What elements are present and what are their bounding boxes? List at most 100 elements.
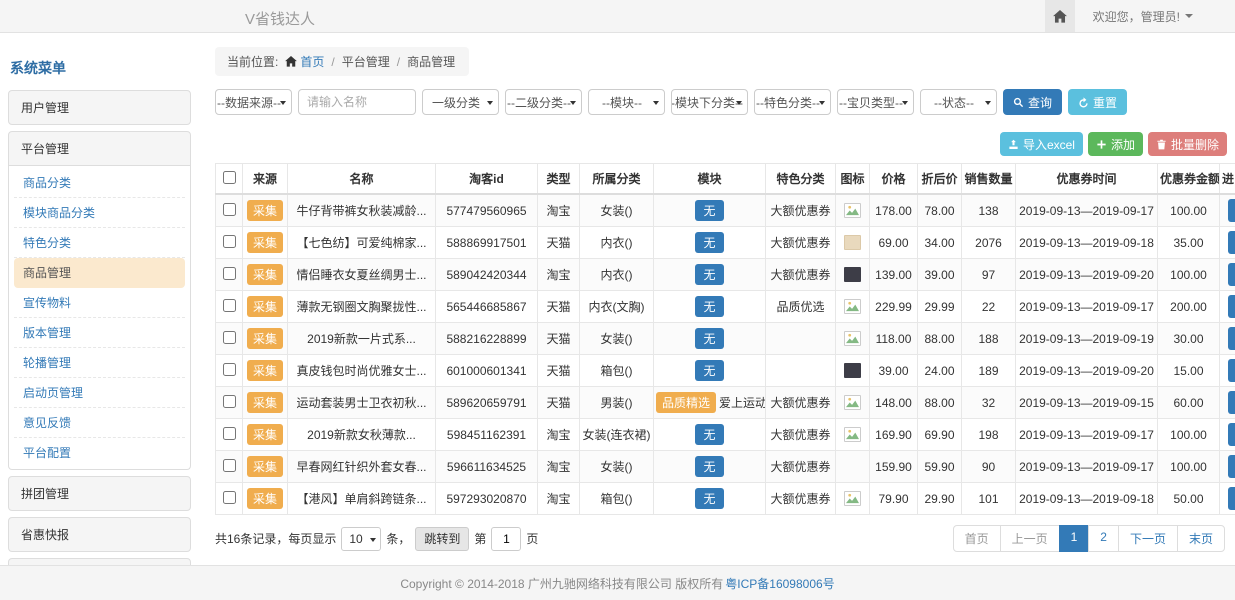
pager-button[interactable]: 首页 — [953, 525, 1001, 552]
category-cell: 女装() — [580, 323, 654, 355]
import-select-toggle[interactable]: 否 — [1228, 487, 1235, 510]
per-page-select[interactable]: 10 — [341, 527, 381, 551]
table-row: 采集2019新款女秋薄款...598451162391淘宝女装(连衣裙)无大额优… — [216, 419, 1235, 451]
select-all-checkbox[interactable] — [223, 171, 236, 184]
level1-category-select[interactable]: 一级分类 — [422, 89, 499, 115]
row-checkbox[interactable] — [223, 427, 236, 440]
row-checkbox[interactable] — [223, 235, 236, 248]
import-select-toggle[interactable]: 否 — [1228, 423, 1235, 446]
sidebar-sub-item[interactable]: 模块商品分类 — [14, 198, 185, 228]
price-cell: 139.00 — [870, 259, 918, 291]
pager-button[interactable]: 1 — [1059, 525, 1090, 552]
sales-cell: 101 — [962, 483, 1016, 515]
sidebar-section-item[interactable]: 平台管理 — [8, 131, 191, 166]
sidebar-sub-item[interactable]: 启动页管理 — [14, 378, 185, 408]
name-input[interactable] — [298, 89, 416, 115]
price-cell: 39.00 — [870, 355, 918, 387]
coupon-amount-cell: 100.00 — [1158, 451, 1220, 483]
sidebar-section-item[interactable]: 省惠快报 — [8, 517, 191, 552]
row-checkbox[interactable] — [223, 395, 236, 408]
add-button[interactable]: 添加 — [1088, 132, 1143, 156]
row-checkbox[interactable] — [223, 267, 236, 280]
icon-cell — [836, 194, 870, 227]
coupon-time-cell: 2019-09-13—2019-09-18 — [1016, 483, 1158, 515]
import-select-toggle[interactable]: 否 — [1228, 199, 1235, 222]
sidebar-sub-item[interactable]: 商品管理 — [14, 258, 185, 288]
module-badge: 无 — [695, 328, 723, 349]
breadcrumb-home-link[interactable]: 首页 — [285, 53, 324, 70]
row-checkbox[interactable] — [223, 491, 236, 504]
item-type-select[interactable]: --宝贝类型-- — [837, 89, 914, 115]
sidebar-sub-item[interactable]: 宣传物料 — [14, 288, 185, 318]
feature-category-cell — [766, 323, 836, 355]
import-select-toggle[interactable]: 否 — [1228, 455, 1235, 478]
sidebar-section-item[interactable]: 拼团管理 — [8, 476, 191, 511]
table-header-row: 来源名称淘客id类型所属分类模块特色分类图标价格折后价销售数量优惠券时间优惠券金… — [216, 164, 1235, 195]
taoke-id-cell: 598451162391 — [436, 419, 538, 451]
icon-cell — [836, 323, 870, 355]
row-select-cell — [216, 291, 243, 323]
pager-button[interactable]: 2 — [1088, 525, 1119, 552]
import-select-toggle[interactable]: 否 — [1228, 327, 1235, 350]
user-menu[interactable]: 欢迎您，管理员! — [1075, 8, 1235, 25]
import-select-toggle[interactable]: 否 — [1228, 231, 1235, 254]
name-cell: 薄款无钢圈文胸聚拢性... — [288, 291, 436, 323]
import-select-toggle[interactable]: 否 — [1228, 359, 1235, 382]
level2-category-select[interactable]: --二级分类-- — [505, 89, 582, 115]
feature-category-select[interactable]: --特色分类-- — [754, 89, 831, 115]
row-select-cell — [216, 259, 243, 291]
sidebar: 系统菜单 用户管理平台管理商品分类模块商品分类特色分类商品管理宣传物料版本管理轮… — [8, 50, 191, 600]
batch-delete-button[interactable]: 批量删除 — [1148, 132, 1227, 156]
icon-cell — [836, 483, 870, 515]
icp-link[interactable]: 粤ICP备16098006号 — [725, 575, 834, 592]
name-cell: 情侣睡衣女夏丝绸男士... — [288, 259, 436, 291]
welcome-text: 欢迎您，管理员! — [1093, 8, 1180, 25]
import-select-toggle[interactable]: 否 — [1228, 295, 1235, 318]
column-header: 销售数量 — [962, 164, 1016, 195]
home-icon — [285, 56, 297, 67]
module-cell: 无 — [654, 323, 766, 355]
import-select-toggle[interactable]: 否 — [1228, 263, 1235, 286]
sidebar-sub-item[interactable]: 版本管理 — [14, 318, 185, 348]
sidebar-sub-item[interactable]: 特色分类 — [14, 228, 185, 258]
module-subcategory-select[interactable]: --模块下分类-- — [671, 89, 748, 115]
row-checkbox[interactable] — [223, 203, 236, 216]
row-checkbox[interactable] — [223, 331, 236, 344]
status-select[interactable]: --状态-- — [920, 89, 997, 115]
import-icon — [1008, 139, 1019, 150]
column-header: 进口优选 — [1220, 164, 1235, 195]
pager-button[interactable]: 上一页 — [1000, 525, 1060, 552]
module-select[interactable]: --模块-- — [588, 89, 665, 115]
per-page-unit-text: 条， — [386, 530, 410, 547]
sidebar-sub-item[interactable]: 平台配置 — [14, 438, 185, 467]
row-checkbox[interactable] — [223, 299, 236, 312]
page-number-input[interactable] — [491, 527, 521, 551]
table-row: 采集早春网红针织外套女春...596611634525淘宝女装()无大额优惠券1… — [216, 451, 1235, 483]
broken-image-icon — [844, 203, 861, 218]
coupon-time-cell: 2019-09-13—2019-09-17 — [1016, 451, 1158, 483]
sidebar-section-item[interactable]: 用户管理 — [8, 90, 191, 125]
data-source-select[interactable]: --数据来源-- — [215, 89, 292, 115]
import-select-toggle[interactable]: 否 — [1228, 391, 1235, 414]
type-cell: 淘宝 — [538, 483, 580, 515]
row-checkbox[interactable] — [223, 363, 236, 376]
source-cell: 采集 — [243, 355, 288, 387]
module-badge: 无 — [695, 232, 723, 253]
row-checkbox[interactable] — [223, 459, 236, 472]
type-cell: 淘宝 — [538, 419, 580, 451]
search-button[interactable]: 查询 — [1003, 89, 1062, 115]
import-excel-button[interactable]: 导入excel — [1000, 132, 1083, 156]
sidebar-sub-item[interactable]: 意见反馈 — [14, 408, 185, 438]
home-button[interactable] — [1045, 0, 1075, 32]
sidebar-sub-item[interactable]: 商品分类 — [14, 168, 185, 198]
sidebar-sub-item[interactable]: 轮播管理 — [14, 348, 185, 378]
icon-cell — [836, 355, 870, 387]
row-select-cell — [216, 194, 243, 227]
pager-button[interactable]: 末页 — [1177, 525, 1225, 552]
discount-price-cell: 69.90 — [918, 419, 962, 451]
reset-button[interactable]: 重置 — [1068, 89, 1127, 115]
icon-cell — [836, 419, 870, 451]
pager-button[interactable]: 下一页 — [1118, 525, 1178, 552]
app-title: V省钱达人 — [245, 8, 315, 29]
jump-button[interactable]: 跳转到 — [415, 527, 469, 551]
